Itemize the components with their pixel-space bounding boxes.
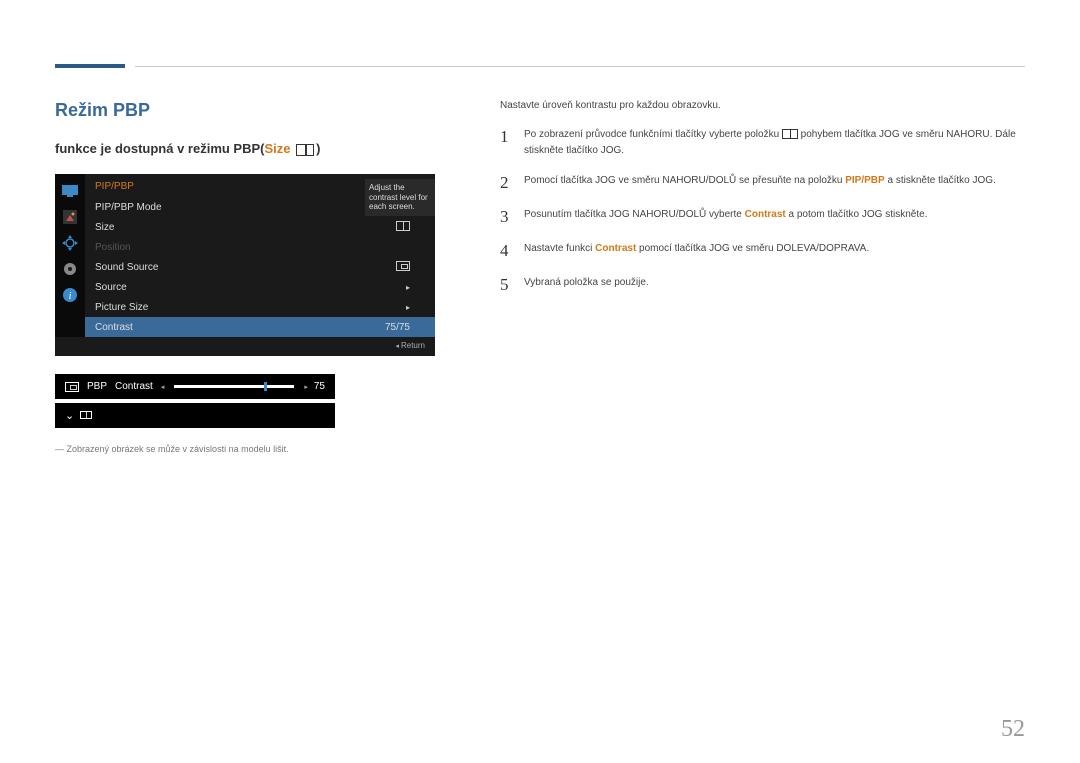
cb-mode: PBP [87, 381, 107, 392]
monitor-icon [59, 180, 81, 202]
osd-pip-icon [396, 261, 410, 274]
osd-row-source[interactable]: Source [85, 277, 435, 297]
subtitle-prefix: funkce je dostupná v režimu PBP( [55, 141, 265, 156]
osd-row-label: Sound Source [95, 262, 396, 273]
osd-row-label: PIP/PBP Mode [95, 202, 397, 213]
osd-help-panel: Adjust the contrast level for each scree… [365, 179, 435, 216]
osd-row-label: Picture Size [95, 302, 406, 313]
step-text: Po zobrazení průvodce funkčními tlačítky… [524, 127, 1025, 159]
step-number: 4 [500, 241, 524, 261]
menu-icon [782, 129, 798, 139]
pbp-icon [65, 382, 79, 392]
header-rule [135, 66, 1025, 67]
osd-row-size[interactable]: Size [85, 217, 435, 237]
osd-return-label: Return [401, 341, 425, 350]
svg-text:i: i [69, 291, 72, 302]
section-title: Režim PBP [55, 100, 450, 121]
subtitle-suffix: ) [316, 141, 320, 156]
osd-menu-panel: i PIP/PBP PIP/PBP Mode On Size Position [55, 174, 435, 356]
picture-icon [59, 206, 81, 228]
step-text: Pomocí tlačítka JOG ve směru NAHORU/DOLŮ… [524, 173, 996, 189]
osd-row-label: Source [95, 282, 406, 293]
page-number: 52 [1001, 716, 1025, 743]
cb-value: 75 [314, 381, 325, 392]
arrow-right-icon [406, 302, 410, 313]
pbp-split-icon [296, 144, 314, 156]
instruction-step: 4Nastavte funkci Contrast pomocí tlačítk… [500, 241, 1025, 261]
osd-row-picturesize[interactable]: Picture Size [85, 297, 435, 317]
chevron-down-icon: ⌄ [65, 410, 74, 422]
instruction-step: 2Pomocí tlačítka JOG ve směru NAHORU/DOL… [500, 173, 1025, 193]
subtitle: funkce je dostupná v režimu PBP(Size ) [55, 141, 450, 156]
step-number: 2 [500, 173, 524, 193]
step-text: Posunutím tlačítka JOG NAHORU/DOLŮ vyber… [524, 207, 927, 223]
osd-row-label: Contrast [95, 322, 385, 333]
osd-footer: ◂ Return [55, 337, 435, 356]
osd-row-sound[interactable]: Sound Source [85, 257, 435, 277]
step-number: 1 [500, 127, 524, 147]
left-tri-icon: ◂ [161, 383, 165, 391]
step-number: 3 [500, 207, 524, 227]
keyword: Contrast [595, 243, 636, 254]
step-text: Nastavte funkci Contrast pomocí tlačítka… [524, 241, 869, 257]
keyword: PIP/PBP [845, 175, 884, 186]
osd-row-position: Position [85, 237, 435, 257]
osd-sidebar: i [55, 174, 85, 337]
header-accent-bar [55, 64, 125, 68]
step-number: 5 [500, 275, 524, 295]
instruction-step: 3Posunutím tlačítka JOG NAHORU/DOLŮ vybe… [500, 207, 1025, 227]
step-text: Vybraná položka se použije. [524, 275, 649, 291]
split-icon [80, 411, 92, 419]
info-icon: i [59, 284, 81, 306]
instruction-step: 5Vybraná položka se použije. [500, 275, 1025, 295]
cb-label: Contrast [115, 381, 153, 392]
gear-icon [59, 258, 81, 280]
contrast-adjustment-bar[interactable]: PBP Contrast ◂ ▸ 75 [55, 374, 335, 399]
bottom-indicator-strip: ⌄ [55, 403, 335, 428]
arrow-right-icon [406, 282, 410, 293]
osd-row-label: Position [95, 242, 425, 253]
osd-row-label: Size [95, 222, 396, 233]
osd-split-icon [396, 221, 410, 234]
contrast-slider[interactable] [174, 385, 294, 388]
instruction-step: 1Po zobrazení průvodce funkčními tlačítk… [500, 127, 1025, 159]
subtitle-highlight: Size [265, 141, 291, 156]
osd-row-value: 75/75 [385, 322, 410, 333]
intro-text: Nastavte úroveň kontrastu pro každou obr… [500, 100, 1025, 111]
target-icon [59, 232, 81, 254]
osd-row-contrast[interactable]: Contrast 75/75 [85, 317, 435, 337]
right-tri-icon: ▸ [304, 383, 308, 391]
image-caption: ― Zobrazený obrázek se může v závislosti… [55, 444, 450, 454]
keyword: Contrast [745, 209, 786, 220]
